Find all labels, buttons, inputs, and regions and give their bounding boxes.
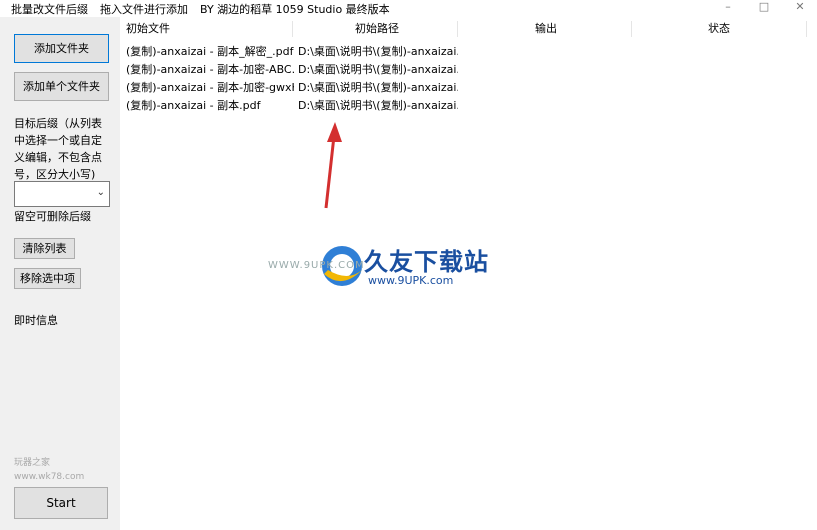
cell-file: (复制)-anxaizai - 副本-加密-gwxK... — [126, 81, 294, 94]
column-divider[interactable] — [806, 21, 807, 37]
title-segment-app: 批量改文件后缀 — [11, 3, 88, 16]
logo-text: 久友下载站 — [364, 248, 489, 276]
column-header-output[interactable]: 输出 — [535, 20, 557, 38]
minimize-button[interactable]: – — [716, 0, 740, 17]
annotation-arrow — [324, 122, 342, 209]
column-divider[interactable] — [292, 21, 293, 37]
table-row[interactable]: (复制)-anxaizai - 副本-加密-ABC... D:\桌面\说明书\(… — [120, 60, 817, 78]
logo-url-left: WWW.9UPK.COM — [268, 260, 365, 271]
table-row[interactable]: (复制)-anxaizai - 副本_解密_.pdf D:\桌面\说明书\(复制… — [120, 42, 817, 60]
target-suffix-label-line: 中选择一个或自定 — [14, 134, 102, 147]
close-button[interactable]: ✕ — [788, 0, 812, 17]
title-bar: 批量改文件后缀 拖入文件进行添加 BY 湖边的稻草 1059 Studio 最终… — [0, 0, 817, 17]
suffix-combobox[interactable]: ⌄ — [14, 181, 110, 207]
watermark-line: www.wk78.com — [14, 472, 85, 482]
cell-file: (复制)-anxaizai - 副本_解密_.pdf — [126, 45, 294, 58]
column-divider[interactable] — [631, 21, 632, 37]
target-suffix-label-line: 义编辑，不包含点 — [14, 151, 102, 164]
target-suffix-label-line: 目标后缀（从列表 — [14, 117, 102, 130]
watermark-site: 玩器之家 www.wk78.com — [14, 456, 84, 484]
column-header-status[interactable]: 状态 — [708, 20, 730, 38]
table-row[interactable]: (复制)-anxaizai - 副本.pdf D:\桌面\说明书\(复制)-an… — [120, 96, 817, 114]
add-single-folder-button[interactable]: 添加单个文件夹 — [14, 72, 109, 101]
title-segment-hint: 拖入文件进行添加 — [100, 3, 188, 16]
watermark-line: 玩器之家 — [14, 458, 51, 468]
column-header-file[interactable]: 初始文件 — [126, 20, 170, 38]
cell-path: D:\桌面\说明书\(复制)-anxaizai... — [298, 45, 458, 58]
chevron-down-icon[interactable]: ⌄ — [97, 187, 105, 198]
logo-url: www.9UPK.com — [368, 274, 454, 287]
cell-path: D:\桌面\说明书\(复制)-anxaizai... — [298, 63, 458, 76]
clear-list-button[interactable]: 清除列表 — [14, 238, 75, 259]
remove-selected-button[interactable]: 移除选中项 — [14, 268, 81, 289]
table-row[interactable]: (复制)-anxaizai - 副本-加密-gwxK... D:\桌面\说明书\… — [120, 78, 817, 96]
cell-file: (复制)-anxaizai - 副本.pdf — [126, 99, 261, 112]
column-divider[interactable] — [457, 21, 458, 37]
cell-path: D:\桌面\说明书\(复制)-anxaizai... — [298, 81, 458, 94]
cell-path: D:\桌面\说明书\(复制)-anxaizai... — [298, 99, 458, 112]
cell-file: (复制)-anxaizai - 副本-加密-ABC... — [126, 63, 294, 76]
realtime-info-label: 即时信息 — [14, 314, 58, 327]
column-header-path[interactable]: 初始路径 — [355, 20, 399, 38]
maximize-button[interactable]: □ — [752, 0, 776, 17]
add-folder-button[interactable]: 添加文件夹 — [14, 34, 109, 63]
start-button[interactable]: Start — [14, 487, 108, 519]
title-segment-author: BY 湖边的稻草 1059 Studio 最终版本 — [200, 3, 390, 16]
leave-empty-hint: 留空可删除后缀 — [14, 210, 91, 223]
target-suffix-label: 目标后缀（从列表 中选择一个或自定 义编辑，不包含点 号，区分大小写) — [14, 115, 114, 183]
watermark-logo: WWW.9UPK.COM 久友下载站 www.9UPK.com — [268, 240, 508, 296]
